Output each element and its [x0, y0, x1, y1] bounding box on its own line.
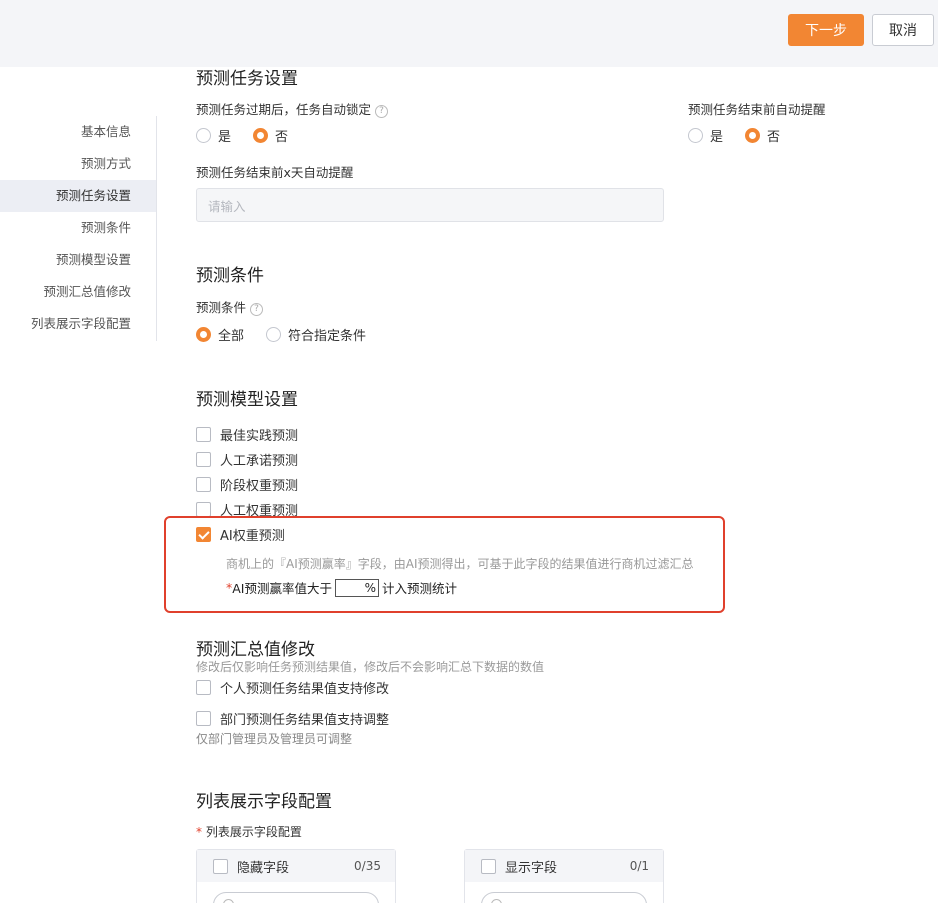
hidden-fields-select-all-checkbox[interactable] — [213, 858, 228, 874]
department-adjust-checkbox[interactable]: 部门预测任务结果值支持调整 — [196, 709, 389, 728]
auto-lock-radio-group: 是 否 — [196, 126, 310, 145]
next-step-button[interactable]: 下一步 — [788, 14, 864, 46]
ai-threshold-suffix: 计入预测统计 — [382, 581, 458, 596]
task-settings-title: 预测任务设置 — [196, 69, 298, 89]
remind-days-input[interactable]: 请输入 — [196, 188, 664, 222]
radio-circle-selected[interactable] — [253, 128, 269, 143]
model-ai-weight-checkbox[interactable]: AI权重预测 — [196, 525, 285, 544]
nav-item-forecast-method[interactable]: 预测方式 — [81, 148, 131, 180]
list-fields-title: 列表展示字段配置 — [196, 792, 332, 812]
model-stage-weight-checkbox[interactable]: 阶段权重预测 — [196, 475, 298, 494]
summary-edit-note: 修改后仅影响任务预测结果值，修改后不会影响汇总下数据的数值 — [196, 660, 545, 674]
radio-circle[interactable] — [196, 128, 211, 143]
summary-edit-title: 预测汇总值修改 — [196, 640, 315, 660]
nav-item-conditions[interactable]: 预测条件 — [81, 212, 131, 244]
checkbox-box[interactable] — [196, 427, 211, 442]
conditions-title: 预测条件 — [196, 266, 264, 286]
nav-item-task-settings[interactable]: 预测任务设置 — [0, 180, 156, 212]
ai-threshold-prefix: AI预测赢率值大于 — [232, 581, 332, 596]
hidden-fields-search-input[interactable] — [213, 892, 379, 903]
help-icon[interactable]: ? — [250, 303, 264, 316]
help-icon[interactable]: ? — [375, 105, 389, 118]
condition-option-all[interactable]: 全部 — [196, 325, 244, 344]
auto-lock-option-no[interactable]: 否 — [253, 126, 288, 145]
conditions-label: 预测条件 — [196, 300, 247, 315]
auto-lock-label-row: 预测任务过期后，任务自动锁定? — [196, 99, 389, 118]
shown-fields-select-all-checkbox[interactable] — [481, 858, 496, 874]
nav-item-model-settings[interactable]: 预测模型设置 — [56, 244, 131, 276]
remind-option-yes[interactable]: 是 — [688, 126, 723, 145]
checkbox-box[interactable] — [196, 477, 211, 492]
remind-label: 预测任务结束前自动提醒 — [688, 102, 826, 117]
model-manual-commit-checkbox[interactable]: 人工承诺预测 — [196, 450, 298, 469]
checkbox-box[interactable] — [196, 711, 211, 726]
model-best-practice-checkbox[interactable]: 最佳实践预测 — [196, 425, 298, 444]
check-icon[interactable] — [196, 527, 211, 542]
nav-item-list-fields[interactable]: 列表展示字段配置 — [31, 308, 131, 340]
checkbox-box[interactable] — [196, 680, 211, 695]
hidden-fields-header: 隐藏字段 0/35 — [197, 850, 395, 882]
radio-circle-selected[interactable] — [745, 128, 761, 143]
auto-lock-label: 预测任务过期后，任务自动锁定 — [196, 102, 372, 117]
model-settings-title: 预测模型设置 — [196, 390, 298, 410]
shown-fields-search-input[interactable] — [481, 892, 647, 903]
checkbox-box[interactable] — [196, 502, 211, 517]
ai-threshold-row: * AI预测赢率值大于 % 计入预测统计 — [226, 578, 457, 597]
remind-radio-group: 是 否 — [688, 126, 802, 145]
condition-option-specified[interactable]: 符合指定条件 — [266, 325, 366, 344]
department-adjust-note: 仅部门管理员及管理员可调整 — [196, 732, 353, 746]
section-nav: 基本信息 预测方式 预测任务设置 预测条件 预测模型设置 预测汇总值修改 列表展… — [0, 116, 157, 341]
shown-fields-header: 显示字段 0/1 — [465, 850, 663, 882]
list-fields-label: 列表展示字段配置 — [205, 825, 302, 839]
conditions-radio-group: 全部 符合指定条件 — [196, 325, 388, 344]
radio-circle[interactable] — [688, 128, 703, 143]
radio-circle-selected[interactable] — [196, 327, 211, 342]
shown-fields-count: 0/1 — [629, 859, 649, 873]
remind-option-no[interactable]: 否 — [745, 126, 780, 145]
search-icon — [491, 899, 502, 903]
top-action-bar: 下一步 取消 — [0, 0, 938, 67]
remind-days-label: 预测任务结束前x天自动提醒 — [196, 165, 354, 180]
list-fields-label-row: * 列表展示字段配置 — [196, 823, 302, 840]
nav-item-summary-edit[interactable]: 预测汇总值修改 — [43, 276, 131, 308]
conditions-label-row: 预测条件? — [196, 297, 264, 316]
personal-edit-checkbox[interactable]: 个人预测任务结果值支持修改 — [196, 678, 389, 697]
checkbox-box[interactable] — [196, 452, 211, 467]
ai-model-description: 商机上的『AI预测赢率』字段，由AI预测得出，可基于此字段的结果值进行商机过滤汇… — [226, 557, 694, 571]
hidden-fields-count: 0/35 — [354, 859, 381, 873]
radio-circle[interactable] — [266, 327, 282, 342]
hidden-fields-panel: 隐藏字段 0/35 — [196, 849, 396, 903]
ai-threshold-input[interactable]: % — [335, 578, 379, 597]
nav-item-basic-info[interactable]: 基本信息 — [81, 116, 131, 148]
hidden-fields-title: 隐藏字段 — [237, 860, 290, 876]
shown-fields-title: 显示字段 — [505, 860, 558, 876]
cancel-button[interactable]: 取消 — [872, 14, 934, 46]
shown-fields-panel: 显示字段 0/1 — [464, 849, 664, 903]
search-icon — [223, 899, 234, 903]
auto-lock-option-yes[interactable]: 是 — [196, 126, 231, 145]
required-mark: * — [196, 825, 202, 839]
